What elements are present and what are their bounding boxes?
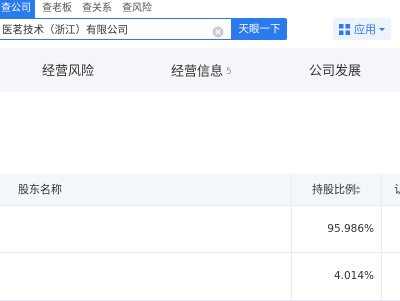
ratio-cell: 4.014% bbox=[333, 270, 374, 282]
table-row[interactable]: 95.986% bbox=[0, 206, 400, 253]
content-card bbox=[0, 92, 400, 174]
section-tabs: 经营风险 经营信息 5 公司发展 bbox=[0, 52, 400, 92]
table-row[interactable]: 4.014% bbox=[0, 253, 400, 301]
tab-label: 经营风险 bbox=[42, 64, 95, 79]
tab-company[interactable]: 查公司 bbox=[0, 0, 35, 18]
clear-icon[interactable] bbox=[212, 23, 224, 38]
grid-icon bbox=[339, 23, 350, 35]
table-header: 股东名称 持股比例 认 bbox=[0, 175, 400, 206]
chevron-down-icon bbox=[379, 27, 385, 31]
column-header-next: 认 bbox=[394, 183, 400, 196]
search-input[interactable] bbox=[2, 21, 208, 37]
apps-button[interactable]: 应用 bbox=[333, 18, 391, 40]
sort-icon[interactable] bbox=[355, 185, 361, 198]
tab-boss[interactable]: 查老板 bbox=[37, 0, 77, 18]
search-box bbox=[0, 18, 232, 40]
ratio-cell: 95.986% bbox=[327, 223, 374, 235]
tab-label: 公司发展 bbox=[309, 64, 362, 79]
search-header: 查公司 查老板 查关系 查风险 天眼一下 应用 bbox=[0, 0, 400, 48]
apps-label: 应用 bbox=[354, 23, 376, 36]
column-header-ratio[interactable]: 持股比例 bbox=[312, 175, 356, 205]
tab-count: 5 bbox=[226, 67, 232, 77]
search-button[interactable]: 天眼一下 bbox=[232, 18, 287, 40]
column-header-name: 股东名称 bbox=[18, 183, 62, 196]
tab-risk[interactable]: 查风险 bbox=[117, 0, 157, 18]
tab-company-development[interactable]: 公司发展 bbox=[309, 52, 361, 92]
tab-business-risk[interactable]: 经营风险 bbox=[42, 52, 94, 92]
shareholder-table: 股东名称 持股比例 认 95.986% 4.014% bbox=[0, 175, 400, 301]
tab-relation[interactable]: 查关系 bbox=[77, 0, 117, 18]
tab-label: 经营信息 bbox=[171, 64, 224, 80]
tab-business-info[interactable]: 经营信息 5 bbox=[171, 52, 232, 92]
search-type-tabs: 查公司 查老板 查关系 查风险 bbox=[0, 0, 157, 18]
